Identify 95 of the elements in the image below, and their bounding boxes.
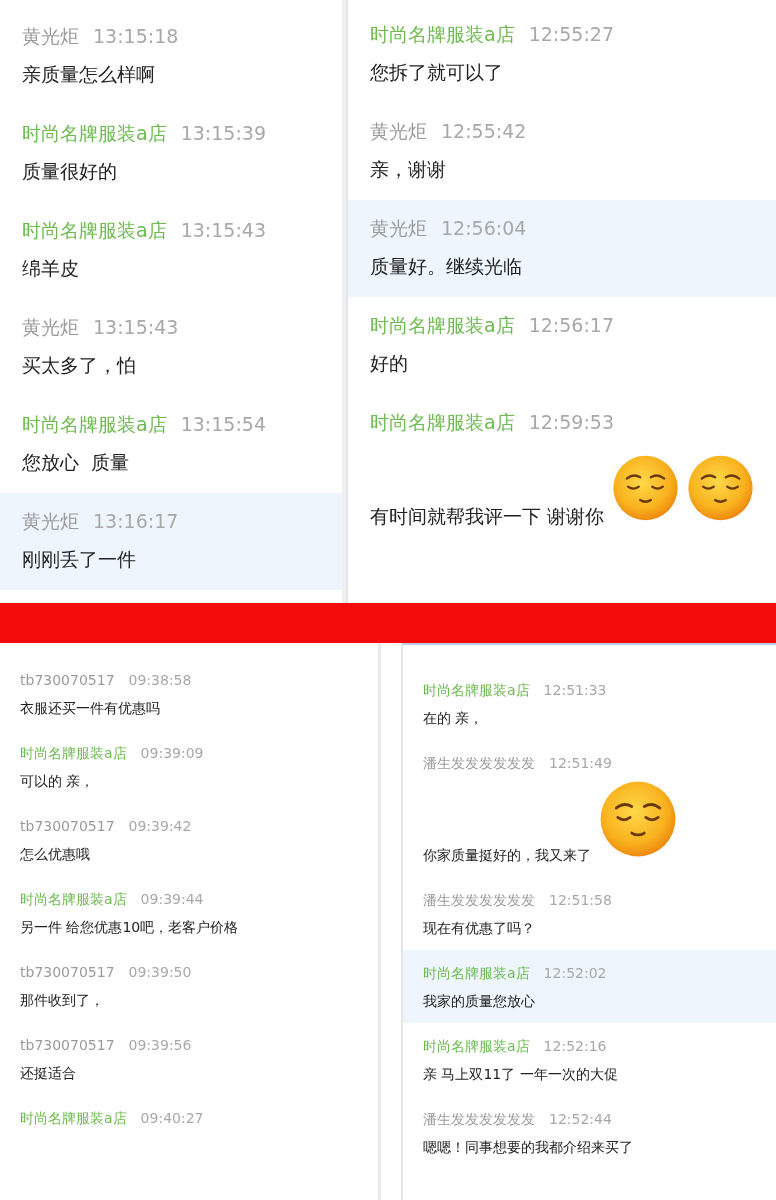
chat-message[interactable]: 潘生发发发发发发 12:52:44 嗯嗯！同事想要的我都介绍来买了	[403, 1096, 776, 1169]
message-time: 12:56:17	[528, 313, 614, 338]
chat-message[interactable]: 黄光炬 12:55:42 亲，谢谢	[348, 103, 776, 200]
message-text: 质量好。继续光临	[370, 254, 522, 279]
chat-message[interactable]: 时尚名牌服装a店 12:52:16 亲 马上双11了 一年一次的大促	[403, 1023, 776, 1096]
chat-message[interactable]: 时尚名牌服装a店 09:39:09 可以的 亲，	[0, 730, 378, 803]
message-time: 09:40:27	[140, 1109, 204, 1128]
chat-message[interactable]: 时尚名牌服装a店 12:59:53 有时间就帮我评一下 谢谢你	[348, 394, 776, 547]
message-time: 12:59:53	[528, 410, 614, 435]
chat-message[interactable]: 潘生发发发发发发 12:51:58 现在有优惠了吗？	[403, 877, 776, 950]
chat-message[interactable]: tb730070517 09:38:58 衣服还买一件有优惠吗	[0, 657, 378, 730]
chat-message[interactable]: 时尚名牌服装a店 09:39:44 另一件 给您优惠10吧，老客户价格	[0, 876, 378, 949]
message-text: 亲，谢谢	[370, 157, 446, 182]
message-text: 嗯嗯！同事想要的我都介绍来买了	[423, 1138, 633, 1157]
sender-name: 潘生发发发发发发	[423, 754, 535, 773]
message-time: 13:15:43	[180, 218, 266, 243]
message-time: 09:39:50	[128, 963, 192, 982]
message-text: 好的	[370, 351, 408, 376]
sender-name: 潘生发发发发发发	[423, 1110, 535, 1129]
message-text: 买太多了，怕	[22, 353, 136, 378]
sender-name: tb730070517	[20, 671, 115, 690]
message-text: 那件收到了，	[20, 991, 104, 1010]
message-text: 亲 马上双11了 一年一次的大促	[423, 1065, 618, 1084]
sender-name: 时尚名牌服装a店	[370, 313, 515, 338]
message-text: 衣服还买一件有优惠吗	[20, 699, 160, 718]
chat-message[interactable]: tb730070517 09:39:50 那件收到了，	[0, 949, 378, 1022]
sender-name: 黄光炬	[370, 216, 427, 241]
message-time: 12:55:42	[441, 119, 527, 144]
sender-name: 黄光炬	[22, 24, 79, 49]
chat-message[interactable]: 时尚名牌服装a店 13:15:39 质量很好的	[0, 105, 342, 202]
chat-message[interactable]: 潘生发发发发发发 12:51:49 你家质量挺好的，我又来了	[403, 740, 776, 877]
sender-name: tb730070517	[20, 1036, 115, 1055]
message-time: 13:15:18	[93, 24, 179, 49]
sender-name: 时尚名牌服装a店	[20, 1109, 127, 1128]
sender-name: 时尚名牌服装a店	[423, 1037, 530, 1056]
chat-message[interactable]: 时尚名牌服装a店 12:51:33 在的 亲，	[403, 667, 776, 740]
chat-message[interactable]: tb730070517 09:39:56 还挺适合	[0, 1022, 378, 1095]
highlighted-message[interactable]: 黄光炬 13:16:17 刚刚丢了一件	[0, 493, 342, 590]
message-time: 09:39:42	[128, 817, 192, 836]
sender-name: 时尚名牌服装a店	[423, 964, 530, 983]
message-text: 您拆了就可以了	[370, 60, 503, 85]
chat-message[interactable]: tb730070517 09:39:42 怎么优惠哦	[0, 803, 378, 876]
message-text: 怎么优惠哦	[20, 845, 90, 864]
message-time: 13:15:39	[180, 121, 266, 146]
message-text: 绵羊皮	[22, 256, 79, 281]
message-text: 我家的质量您放心	[423, 992, 535, 1011]
message-time: 12:56:04	[441, 216, 527, 241]
sender-name: 时尚名牌服装a店	[20, 744, 127, 763]
message-time: 12:51:49	[549, 754, 612, 773]
message-time: 12:52:16	[543, 1037, 607, 1056]
sender-name: tb730070517	[20, 817, 115, 836]
sender-name: 潘生发发发发发发	[423, 891, 535, 910]
message-time: 09:38:58	[128, 671, 192, 690]
message-text: 亲质量怎么样啊	[22, 62, 155, 87]
message-time: 12:51:33	[543, 681, 607, 700]
message-text: 您放心 质量	[22, 450, 130, 475]
chat-message[interactable]: 时尚名牌服装a店 12:55:27 您拆了就可以了	[348, 6, 776, 103]
chat-message[interactable]: 时尚名牌服装a店 13:15:43 绵羊皮	[0, 202, 342, 299]
message-time: 12:55:27	[528, 22, 614, 47]
message-text: 质量很好的	[22, 159, 117, 184]
message-time: 09:39:09	[140, 744, 204, 763]
message-text: 在的 亲，	[423, 709, 484, 728]
sender-name: 时尚名牌服装a店	[370, 22, 515, 47]
chat-message[interactable]: 黄光炬 13:15:18 亲质量怎么样啊	[0, 8, 342, 105]
message-time: 12:52:44	[549, 1110, 612, 1129]
highlighted-message[interactable]: 时尚名牌服装a店 12:52:02 我家的质量您放心	[403, 950, 776, 1023]
sender-name: 时尚名牌服装a店	[423, 681, 530, 700]
sender-name: 时尚名牌服装a店	[20, 890, 127, 909]
message-time: 13:15:54	[180, 412, 266, 437]
sender-name: 黄光炬	[370, 119, 427, 144]
sender-name: tb730070517	[20, 963, 115, 982]
highlighted-message[interactable]: 黄光炬 12:56:04 质量好。继续光临	[348, 200, 776, 297]
message-text: 你家质量挺好的，我又来了	[423, 846, 591, 865]
message-time: 13:16:17	[93, 509, 179, 534]
message-text: 还挺适合	[20, 1064, 76, 1083]
chat-message[interactable]: 时尚名牌服装a店 12:56:17 好的	[348, 297, 776, 394]
emoji-icon	[599, 780, 677, 858]
sender-name: 时尚名牌服装a店	[22, 218, 167, 243]
message-time: 09:39:56	[128, 1036, 192, 1055]
sender-name: 时尚名牌服装a店	[22, 412, 167, 437]
message-text: 可以的 亲，	[20, 772, 95, 791]
sender-name: 黄光炬	[22, 509, 79, 534]
message-text: 刚刚丢了一件	[22, 547, 136, 572]
message-time: 09:39:44	[140, 890, 204, 909]
message-text: 现在有优惠了吗？	[423, 919, 535, 938]
chat-message[interactable]: 黄光炬 13:15:43 买太多了，怕	[0, 299, 342, 396]
sender-name: 黄光炬	[22, 315, 79, 340]
chat-message[interactable]: 时尚名牌服装a店 13:15:54 您放心 质量	[0, 396, 342, 493]
message-text: 有时间就帮我评一下 谢谢你	[370, 504, 605, 529]
message-time: 12:51:58	[549, 891, 612, 910]
sender-name: 时尚名牌服装a店	[370, 410, 515, 435]
message-time: 13:15:43	[93, 315, 179, 340]
message-time: 12:52:02	[543, 964, 607, 983]
sender-name: 时尚名牌服装a店	[22, 121, 167, 146]
message-text: 另一件 给您优惠10吧，老客户价格	[20, 918, 239, 937]
